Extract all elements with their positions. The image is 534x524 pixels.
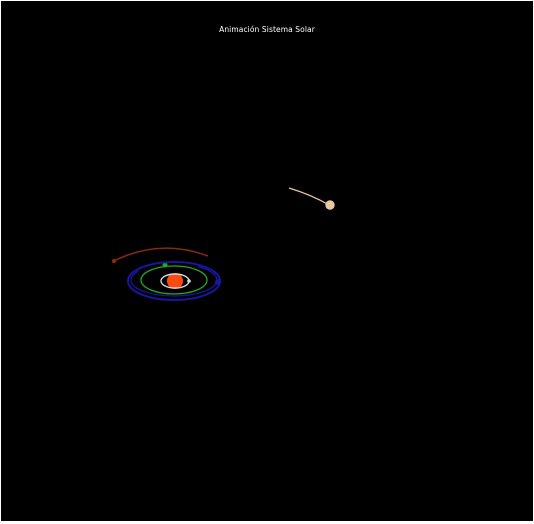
red-planet	[111, 258, 117, 264]
blue-planet	[215, 279, 221, 285]
sun	[167, 273, 183, 289]
red-trail	[113, 247, 209, 262]
inner-planet	[187, 279, 191, 283]
animation-window: Animación Sistema Solar	[0, 0, 534, 524]
solar-system-plot	[111, 187, 335, 301]
comet-tail	[288, 187, 330, 206]
comet	[325, 200, 335, 210]
